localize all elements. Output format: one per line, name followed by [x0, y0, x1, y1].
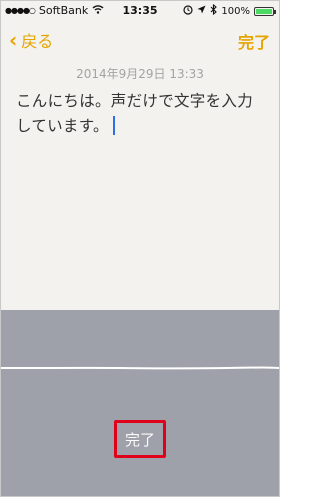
battery-icon [254, 6, 276, 16]
done-button[interactable]: 完了 [238, 29, 270, 53]
battery-percent: 100% [221, 5, 250, 17]
dictation-waveform [1, 366, 279, 370]
status-bar: ●●●●○ SoftBank 13:35 100% [1, 1, 279, 21]
location-icon [197, 5, 206, 17]
note-date: 2014年9月29日 13:33 [76, 67, 204, 81]
bluetooth-icon [210, 3, 218, 18]
status-right: 100% [183, 3, 276, 18]
dictation-done-label: 完了 [124, 430, 155, 449]
back-label: 戻る [21, 32, 54, 51]
app-frame: ●●●●○ SoftBank 13:35 100% ‹ 戻る 完了 2014年9… [0, 0, 280, 497]
chevron-left-icon: ‹ [9, 28, 18, 52]
text-cursor [112, 116, 115, 135]
alarm-icon [183, 4, 194, 18]
note-body: こんにちは。声だけで文字を入力しています。 [16, 92, 254, 135]
back-button[interactable]: ‹ 戻る [9, 28, 53, 52]
dictation-panel [1, 310, 279, 496]
note-text-area[interactable]: こんにちは。声だけで文字を入力しています。 [16, 89, 268, 139]
dictation-done-button[interactable]: 完了 [114, 420, 166, 458]
nav-bar: ‹ 戻る 完了 [1, 23, 279, 57]
